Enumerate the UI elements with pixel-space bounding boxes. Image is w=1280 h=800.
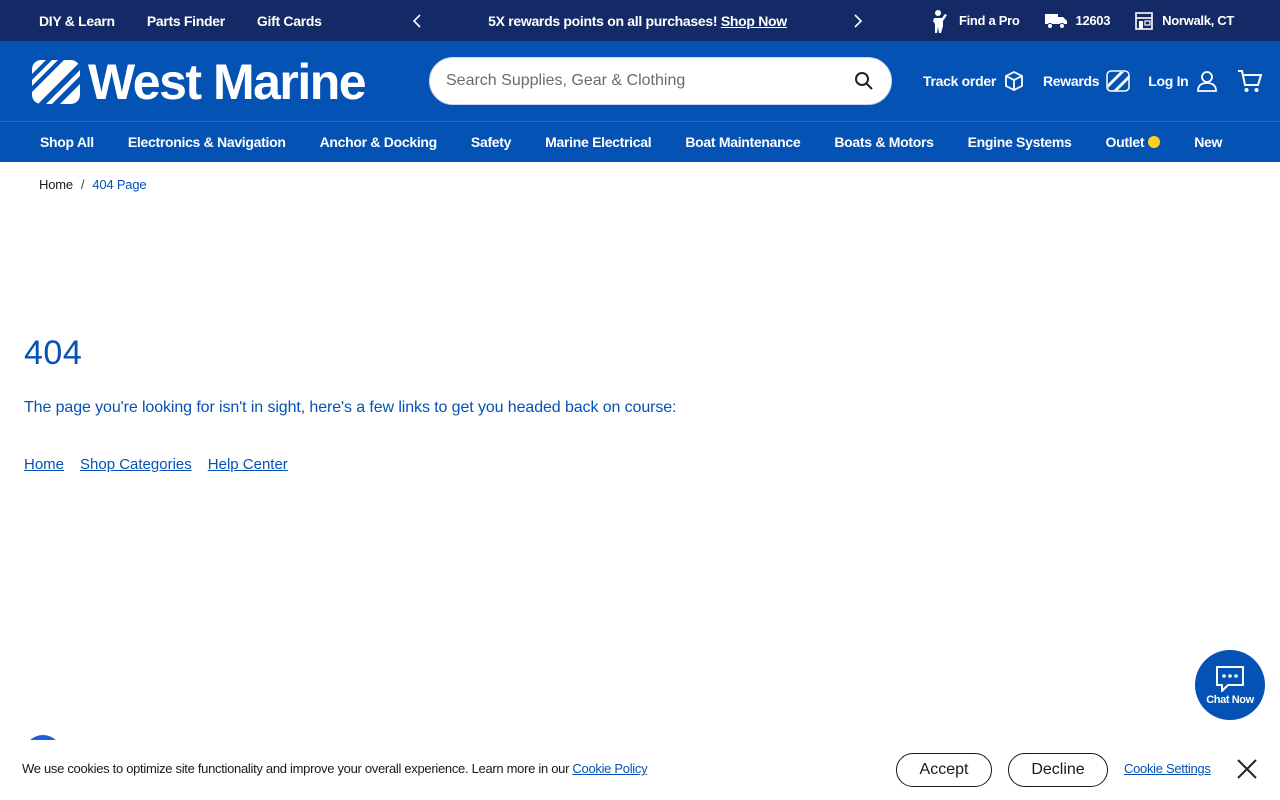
track-order-label: Track order bbox=[923, 73, 996, 89]
decline-button[interactable]: Decline bbox=[1008, 753, 1108, 787]
utility-right: Find a Pro 12603 Norwalk, CT bbox=[929, 0, 1234, 41]
rewards-label: Rewards bbox=[1042, 73, 1100, 89]
cookie-settings-link[interactable]: Cookie Settings bbox=[1124, 761, 1211, 776]
find-pro-label: Find a Pro bbox=[958, 13, 1020, 28]
login-link[interactable]: Log In bbox=[1148, 69, 1219, 93]
cookie-message: We use cookies to optimize site function… bbox=[22, 761, 570, 776]
box-icon bbox=[1005, 70, 1023, 92]
store-name: Norwalk, CT bbox=[1162, 13, 1234, 28]
utility-link-gift-cards[interactable]: Gift Cards bbox=[257, 13, 322, 29]
accept-button[interactable]: Accept bbox=[896, 753, 992, 787]
nav-shop-all[interactable]: Shop All bbox=[40, 134, 94, 150]
promo-text: 5X rewards points on all purchases! bbox=[488, 12, 718, 29]
category-nav: Shop All Electronics & Navigation Anchor… bbox=[0, 121, 1280, 162]
nav-outlet-label: Outlet bbox=[1105, 134, 1145, 150]
cookie-text: We use cookies to optimize site function… bbox=[22, 761, 648, 776]
nav-boat-maintenance[interactable]: Boat Maintenance bbox=[685, 134, 800, 150]
error-link-shop-categories[interactable]: Shop Categories bbox=[80, 456, 192, 473]
utility-link-diy[interactable]: DIY & Learn bbox=[39, 13, 115, 29]
error-links: Home Shop Categories Help Center bbox=[24, 456, 288, 473]
utility-links: DIY & Learn Parts Finder Gift Cards bbox=[39, 0, 322, 41]
chevron-right-icon[interactable] bbox=[846, 9, 870, 33]
chevron-left-icon[interactable] bbox=[405, 9, 429, 33]
nav-engine-systems[interactable]: Engine Systems bbox=[968, 134, 1072, 150]
search-icon[interactable] bbox=[853, 70, 875, 92]
error-link-help-center[interactable]: Help Center bbox=[208, 456, 288, 473]
error-message: The page you're looking for isn't in sig… bbox=[24, 399, 677, 416]
outlet-dot-icon bbox=[1148, 136, 1161, 148]
nav-outlet[interactable]: Outlet bbox=[1106, 134, 1161, 150]
logo-wordmark: West Marine bbox=[88, 54, 367, 110]
search-bar bbox=[429, 57, 892, 105]
cart-icon bbox=[1238, 70, 1263, 92]
nav-new[interactable]: New bbox=[1194, 134, 1222, 150]
chat-now-button[interactable]: Chat Now bbox=[1195, 650, 1265, 720]
error-link-home[interactable]: Home bbox=[24, 456, 64, 473]
cart-button[interactable] bbox=[1237, 68, 1263, 94]
track-order-link[interactable]: Track order bbox=[923, 70, 1025, 92]
promo-shop-now-link[interactable]: Shop Now bbox=[721, 13, 787, 29]
header-actions: Track order Rewards Log In bbox=[923, 41, 1263, 121]
cookie-banner: We use cookies to optimize site function… bbox=[0, 740, 1280, 800]
store-selector[interactable]: Norwalk, CT bbox=[1134, 11, 1234, 31]
find-pro-link[interactable]: Find a Pro bbox=[929, 9, 1020, 33]
nav-boats-motors[interactable]: Boats & Motors bbox=[834, 134, 934, 150]
logo-stripes-icon bbox=[32, 60, 80, 104]
login-label: Log In bbox=[1148, 73, 1189, 89]
breadcrumb-current: 404 Page bbox=[92, 177, 147, 192]
search-input[interactable] bbox=[446, 72, 853, 90]
logo[interactable]: West Marine bbox=[32, 54, 367, 110]
utility-link-parts-finder[interactable]: Parts Finder bbox=[147, 13, 225, 29]
nav-marine-electrical[interactable]: Marine Electrical bbox=[545, 134, 651, 150]
zip-code: 12603 bbox=[1075, 13, 1111, 28]
breadcrumb: Home / 404 Page bbox=[39, 177, 147, 192]
pro-person-icon bbox=[932, 9, 947, 33]
error-code: 404 bbox=[24, 334, 83, 372]
nav-safety[interactable]: Safety bbox=[471, 134, 512, 150]
store-icon bbox=[1135, 11, 1153, 30]
chat-now-label: Chat Now bbox=[1206, 693, 1254, 706]
rewards-stripes-icon bbox=[1106, 70, 1130, 92]
close-icon[interactable] bbox=[1235, 757, 1259, 781]
site-header: West Marine Track order Rewards Log In bbox=[0, 41, 1280, 121]
breadcrumb-separator: / bbox=[80, 177, 85, 192]
delivery-zip[interactable]: 12603 bbox=[1044, 12, 1111, 30]
utility-bar: DIY & Learn Parts Finder Gift Cards 5X r… bbox=[0, 0, 1280, 41]
rewards-link[interactable]: Rewards bbox=[1043, 70, 1130, 92]
chat-icon bbox=[1216, 665, 1244, 692]
user-icon bbox=[1197, 71, 1218, 92]
nav-electronics-navigation[interactable]: Electronics & Navigation bbox=[128, 134, 286, 150]
cookie-policy-link[interactable]: Cookie Policy bbox=[572, 761, 647, 776]
breadcrumb-home[interactable]: Home bbox=[39, 177, 73, 192]
nav-anchor-docking[interactable]: Anchor & Docking bbox=[320, 134, 438, 150]
truck-icon bbox=[1044, 13, 1067, 29]
promo-message: 5X rewards points on all purchases! Shop… bbox=[488, 13, 787, 29]
promo-carousel: 5X rewards points on all purchases! Shop… bbox=[405, 0, 870, 41]
